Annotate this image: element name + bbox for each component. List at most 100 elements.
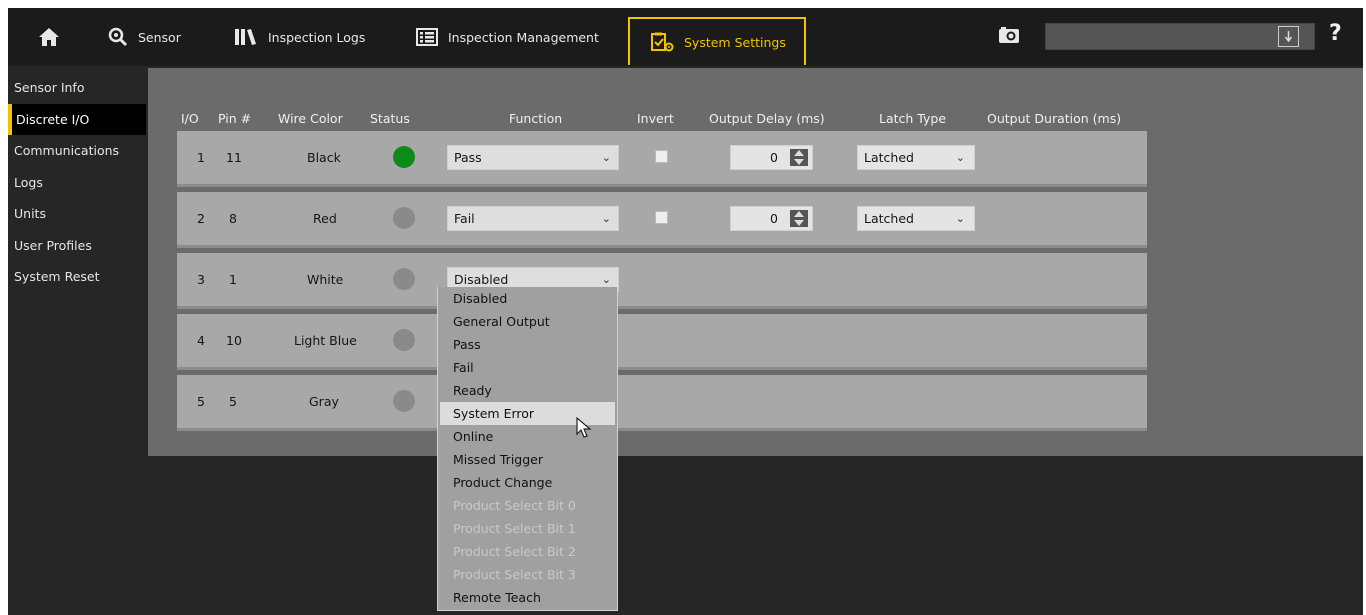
function-select-value: Pass — [454, 150, 482, 165]
stepper-arrows[interactable] — [790, 210, 808, 227]
search-download-button[interactable] — [1278, 26, 1299, 47]
sidebar-item-label: Communications — [14, 143, 120, 158]
mouse-cursor-icon — [576, 417, 592, 438]
dropdown-option-product-select-bit-1: Product Select Bit 1 — [453, 521, 576, 536]
sensor-search-field[interactable] — [1045, 23, 1315, 50]
camera-button[interactable] — [998, 26, 1020, 47]
stepper-arrows[interactable] — [790, 149, 808, 166]
chevron-down-icon: ⌄ — [955, 151, 965, 164]
header-pin: Pin # — [218, 111, 252, 126]
header-function: Function — [509, 111, 563, 126]
row-pin: 11 — [226, 150, 242, 165]
dropdown-option-product-select-bit-3: Product Select Bit 3 — [453, 567, 576, 582]
header-output-delay: Output Delay (ms) — [709, 111, 825, 126]
function-dropdown-list: Disabled General Output Pass Fail Ready … — [437, 287, 618, 611]
sensor-magnifier-icon — [108, 27, 128, 47]
invert-checkbox[interactable] — [655, 150, 668, 163]
table-header: I/O Pin # Wire Color Status Function Inv… — [148, 111, 1148, 131]
nav-sensor[interactable]: Sensor — [108, 8, 181, 66]
books-icon — [235, 29, 256, 45]
sidebar-item-logs[interactable]: Logs — [8, 167, 146, 199]
latch-type-value: Latched — [864, 150, 914, 165]
latch-type-select[interactable]: Latched ⌄ — [857, 145, 975, 170]
status-indicator — [393, 268, 415, 290]
sidebar-item-system-reset[interactable]: System Reset — [8, 261, 146, 293]
row-pin: 1 — [229, 272, 237, 287]
row-io: 4 — [197, 333, 205, 348]
row-io: 1 — [197, 150, 205, 165]
dropdown-option-remote-teach[interactable]: Remote Teach — [438, 586, 617, 609]
function-select[interactable]: Fail ⌄ — [447, 206, 619, 231]
status-indicator — [393, 146, 415, 168]
output-delay-value: 0 — [770, 211, 778, 226]
nav-home[interactable] — [38, 8, 60, 66]
dropdown-option-product-change[interactable]: Product Change — [438, 471, 617, 494]
header-wire-color: Wire Color — [278, 111, 343, 126]
sidebar-item-label: Units — [14, 206, 46, 221]
header-output-duration: Output Duration (ms) — [987, 111, 1122, 126]
app-window: Sensor Inspection Logs Inspection Manage… — [8, 8, 1363, 615]
arrow-down-icon — [794, 220, 804, 226]
row-wire-color: Red — [313, 211, 337, 226]
row-io: 5 — [197, 394, 205, 409]
table-row: 4 10 Light Blue — [177, 314, 1147, 370]
function-select[interactable]: Pass ⌄ — [447, 145, 619, 170]
nav-inspection-management-label: Inspection Management — [448, 29, 599, 45]
settings-sidebar: Sensor Info Discrete I/O Communications … — [8, 72, 146, 293]
sidebar-item-units[interactable]: Units — [8, 198, 146, 230]
dropdown-option-ready[interactable]: Ready — [438, 379, 617, 402]
sidebar-item-communications[interactable]: Communications — [8, 135, 146, 167]
sidebar-item-discrete-io[interactable]: Discrete I/O — [8, 103, 146, 135]
arrow-down-icon — [794, 159, 804, 165]
sidebar-item-label: Discrete I/O — [16, 111, 90, 127]
top-nav-bar: Sensor Inspection Logs Inspection Manage… — [8, 8, 1363, 66]
download-arrow-icon — [1284, 31, 1293, 43]
sidebar-item-label: System Reset — [14, 269, 100, 284]
question-mark-icon: ? — [1329, 21, 1342, 46]
dropdown-option-missed-trigger[interactable]: Missed Trigger — [438, 448, 617, 471]
sidebar-item-sensor-info[interactable]: Sensor Info — [8, 72, 146, 104]
row-io: 2 — [197, 211, 205, 226]
row-wire-color: Light Blue — [294, 333, 357, 348]
sidebar-item-label: User Profiles — [14, 237, 92, 253]
settings-clipboard-icon — [651, 32, 674, 52]
home-icon — [39, 28, 59, 46]
dropdown-option-pass[interactable]: Pass — [438, 333, 617, 356]
arrow-up-icon — [794, 150, 804, 156]
dropdown-option-fail[interactable]: Fail — [438, 356, 617, 379]
sidebar-item-label: Logs — [14, 174, 43, 190]
table-row: 3 1 White Disabled ⌄ — [177, 253, 1147, 309]
row-pin: 8 — [229, 211, 237, 226]
status-indicator — [393, 329, 415, 351]
list-box-icon — [416, 28, 438, 46]
row-wire-color: Gray — [309, 394, 339, 409]
header-latch-type: Latch Type — [879, 111, 947, 126]
function-select-value: Fail — [454, 211, 475, 226]
sidebar-item-user-profiles[interactable]: User Profiles — [8, 230, 146, 262]
invert-checkbox[interactable] — [655, 211, 668, 224]
dropdown-option-disabled[interactable]: Disabled — [438, 287, 617, 310]
output-delay-stepper[interactable]: 0 — [730, 145, 813, 170]
nav-inspection-management[interactable]: Inspection Management — [416, 8, 599, 66]
header-status: Status — [370, 111, 410, 126]
nav-system-settings[interactable]: System Settings — [628, 17, 806, 65]
nav-inspection-logs[interactable]: Inspection Logs — [234, 8, 365, 66]
row-io: 3 — [197, 272, 205, 287]
output-delay-stepper[interactable]: 0 — [730, 206, 813, 231]
chevron-down-icon: ⌄ — [601, 212, 611, 225]
dropdown-option-general-output[interactable]: General Output — [438, 310, 617, 333]
function-select-value: Disabled — [454, 272, 509, 287]
header-io: I/O — [181, 111, 199, 126]
help-button[interactable]: ? — [1329, 21, 1342, 46]
output-delay-value: 0 — [770, 150, 778, 165]
row-pin: 10 — [226, 333, 242, 348]
arrow-up-icon — [794, 211, 804, 217]
latch-type-select[interactable]: Latched ⌄ — [857, 206, 975, 231]
header-invert: Invert — [637, 111, 674, 126]
table-row: 1 11 Black Pass ⌄ 0 Latched ⌄ — [177, 131, 1147, 187]
status-indicator — [393, 207, 415, 229]
nav-system-settings-label: System Settings — [684, 34, 786, 50]
nav-inspection-logs-label: Inspection Logs — [268, 29, 366, 45]
chevron-down-icon: ⌄ — [601, 151, 611, 164]
row-pin: 5 — [229, 394, 237, 409]
